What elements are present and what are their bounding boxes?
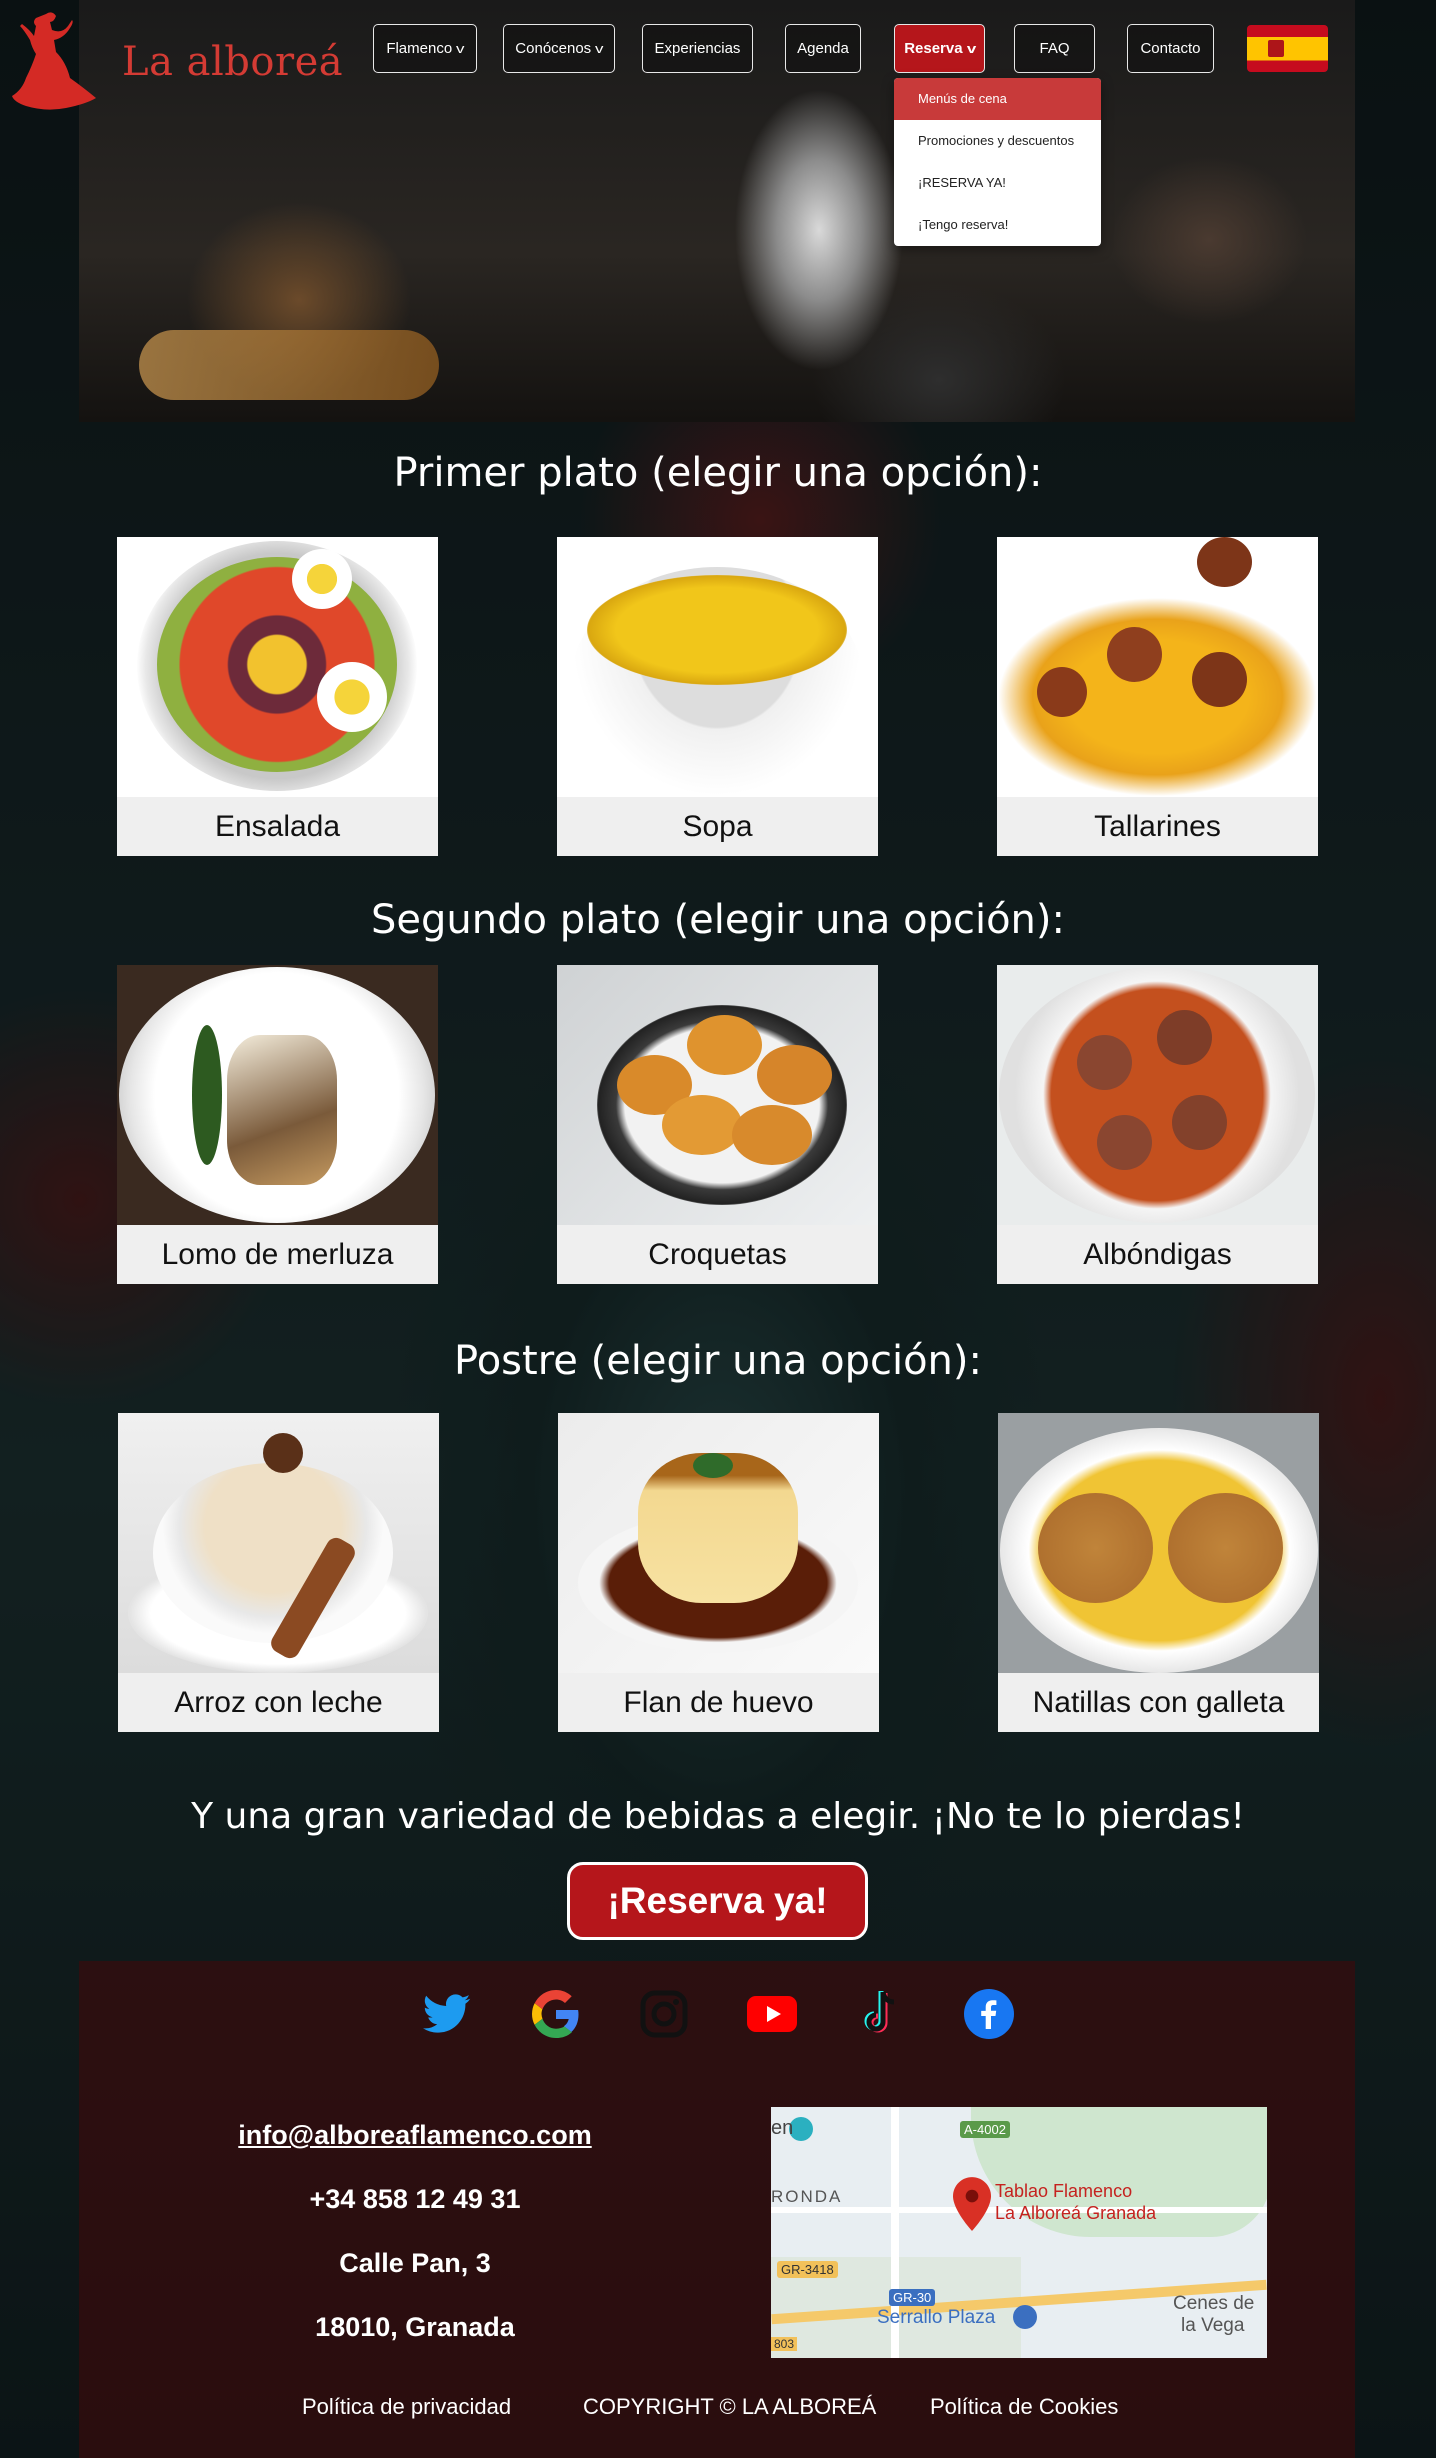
- map-edge-label-1: en: [771, 2117, 794, 2139]
- cookie-policy-link[interactable]: Política de Cookies: [930, 2394, 1118, 2420]
- map-road-a: A-4002: [960, 2121, 1010, 2138]
- croquetas-image: [557, 965, 878, 1225]
- menu-card-albondigas[interactable]: Albóndigas: [997, 965, 1318, 1284]
- card-caption: Arroz con leche: [174, 1686, 383, 1719]
- card-caption: Lomo de merluza: [161, 1238, 394, 1271]
- map-pin-icon: [953, 2177, 991, 2231]
- nav-contacto[interactable]: Contacto: [1127, 24, 1214, 73]
- nav-contacto-label: Contacto: [1140, 40, 1201, 57]
- map-area-2: Serrallo Plaza: [877, 2307, 996, 2328]
- nav-agenda[interactable]: Agenda: [785, 24, 861, 73]
- flag-crest: [1268, 40, 1284, 57]
- nav-faq[interactable]: FAQ: [1014, 24, 1095, 73]
- nav-reserva-label: Reserva: [904, 40, 963, 57]
- contact-city: 18010, Granada: [315, 2312, 515, 2342]
- map-edge-label-2: 803: [771, 2337, 798, 2351]
- copyright-text: COPYRIGHT © LA ALBOREÁ: [583, 2394, 877, 2419]
- menu-card-sopa[interactable]: Sopa: [557, 537, 878, 856]
- reserva-ya-button[interactable]: ¡Reserva ya!: [567, 1862, 868, 1940]
- albondigas-image: [997, 965, 1318, 1225]
- chevron-down-icon: v: [595, 41, 604, 56]
- tiktok-icon[interactable]: [855, 1988, 907, 2040]
- shopping-pin-icon: [1013, 2305, 1037, 2329]
- nav-faq-label: FAQ: [1039, 40, 1070, 57]
- map-road-b: GR-3418: [777, 2261, 838, 2278]
- youtube-icon[interactable]: [746, 1988, 798, 2040]
- twitter-icon[interactable]: [421, 1988, 473, 2040]
- menu-item-tengo-reserva[interactable]: ¡Tengo reserva!: [894, 204, 1101, 246]
- contact-street: Calle Pan, 3: [339, 2248, 491, 2278]
- second-course-title: Segundo plato (elegir una opción):: [371, 897, 1065, 943]
- card-caption: Flan de huevo: [623, 1686, 814, 1719]
- map-place-label-2: La Alboreá Granada: [995, 2203, 1157, 2223]
- privacy-policy-link[interactable]: Política de privacidad: [302, 2394, 511, 2420]
- card-caption: Natillas con galleta: [1032, 1686, 1285, 1719]
- facebook-icon[interactable]: [963, 1988, 1015, 2040]
- flan-de-huevo-image: [558, 1413, 879, 1673]
- lomo-de-merluza-image: [117, 965, 438, 1225]
- nav-reserva[interactable]: Reserva v: [894, 24, 985, 73]
- contact-phone: +34 858 12 49 31: [309, 2184, 521, 2214]
- card-caption: Sopa: [682, 810, 753, 843]
- sopa-image: [557, 537, 878, 797]
- map-road-c: GR-30: [889, 2289, 936, 2306]
- tallarines-image: [997, 537, 1318, 797]
- cta-text: Y una gran variedad de bebidas a elegir.…: [191, 1796, 1245, 1837]
- menu-card-croquetas[interactable]: Croquetas: [557, 965, 878, 1284]
- guitar-shape: [139, 330, 439, 400]
- menu-item-reserva-ya[interactable]: ¡RESERVA YA!: [894, 162, 1101, 204]
- menu-item-promociones[interactable]: Promociones y descuentos: [894, 120, 1101, 162]
- card-caption: Ensalada: [214, 810, 341, 843]
- instagram-icon[interactable]: [638, 1988, 690, 2040]
- map-area-1: RONDA: [771, 2187, 843, 2206]
- card-caption: Tallarines: [1094, 810, 1221, 843]
- chevron-down-icon: v: [966, 41, 976, 56]
- menu-card-lomo-de-merluza[interactable]: Lomo de merluza: [117, 965, 438, 1284]
- menu-card-flan-de-huevo[interactable]: Flan de huevo: [558, 1413, 879, 1732]
- card-caption: Croquetas: [648, 1238, 787, 1271]
- ensalada-image: [117, 537, 438, 797]
- menu-card-arroz-con-leche[interactable]: Arroz con leche: [118, 1413, 439, 1732]
- natillas-con-galleta-image: [998, 1413, 1319, 1673]
- chevron-down-icon: v: [456, 41, 465, 56]
- dessert-title: Postre (elegir una opción):: [454, 1338, 982, 1384]
- google-icon[interactable]: [530, 1988, 582, 2040]
- map-area-4: la Vega: [1181, 2315, 1245, 2336]
- spain-flag-icon[interactable]: [1247, 25, 1328, 72]
- nav-experiencias-label: Experiencias: [654, 40, 741, 57]
- nav-flamenco-label: Flamenco: [386, 40, 453, 57]
- location-map[interactable]: en A-4002 RONDA Tablao Flamenco La Albor…: [771, 2107, 1267, 2358]
- menu-card-ensalada[interactable]: Ensalada: [117, 537, 438, 856]
- contact-email[interactable]: info@alboreaflamenco.com: [0, 2120, 830, 2151]
- nav-flamenco[interactable]: Flamenco v: [373, 24, 477, 73]
- card-caption: Albóndigas: [1083, 1238, 1232, 1271]
- nav-experiencias[interactable]: Experiencias: [642, 24, 753, 73]
- arroz-con-leche-image: [118, 1413, 439, 1673]
- menu-card-natillas-con-galleta[interactable]: Natillas con galleta: [998, 1413, 1319, 1732]
- first-course-title: Primer plato (elegir una opción):: [393, 450, 1043, 496]
- menu-item-menus-de-cena[interactable]: Menús de cena: [894, 78, 1101, 120]
- map-place-label-1: Tablao Flamenco: [995, 2181, 1133, 2201]
- nav-conocenos-label: Conócenos: [515, 40, 592, 57]
- main-nav: Flamenco v Conócenos v Experiencias Agenda…: [0, 24, 1436, 74]
- nav-agenda-label: Agenda: [797, 40, 849, 57]
- map-area-3: Cenes de: [1173, 2293, 1255, 2314]
- nav-conocenos[interactable]: Conócenos v: [503, 24, 615, 73]
- menu-card-tallarines[interactable]: Tallarines: [997, 537, 1318, 856]
- reserva-dropdown-menu: Menús de cena Promociones y descuentos ¡…: [894, 78, 1101, 246]
